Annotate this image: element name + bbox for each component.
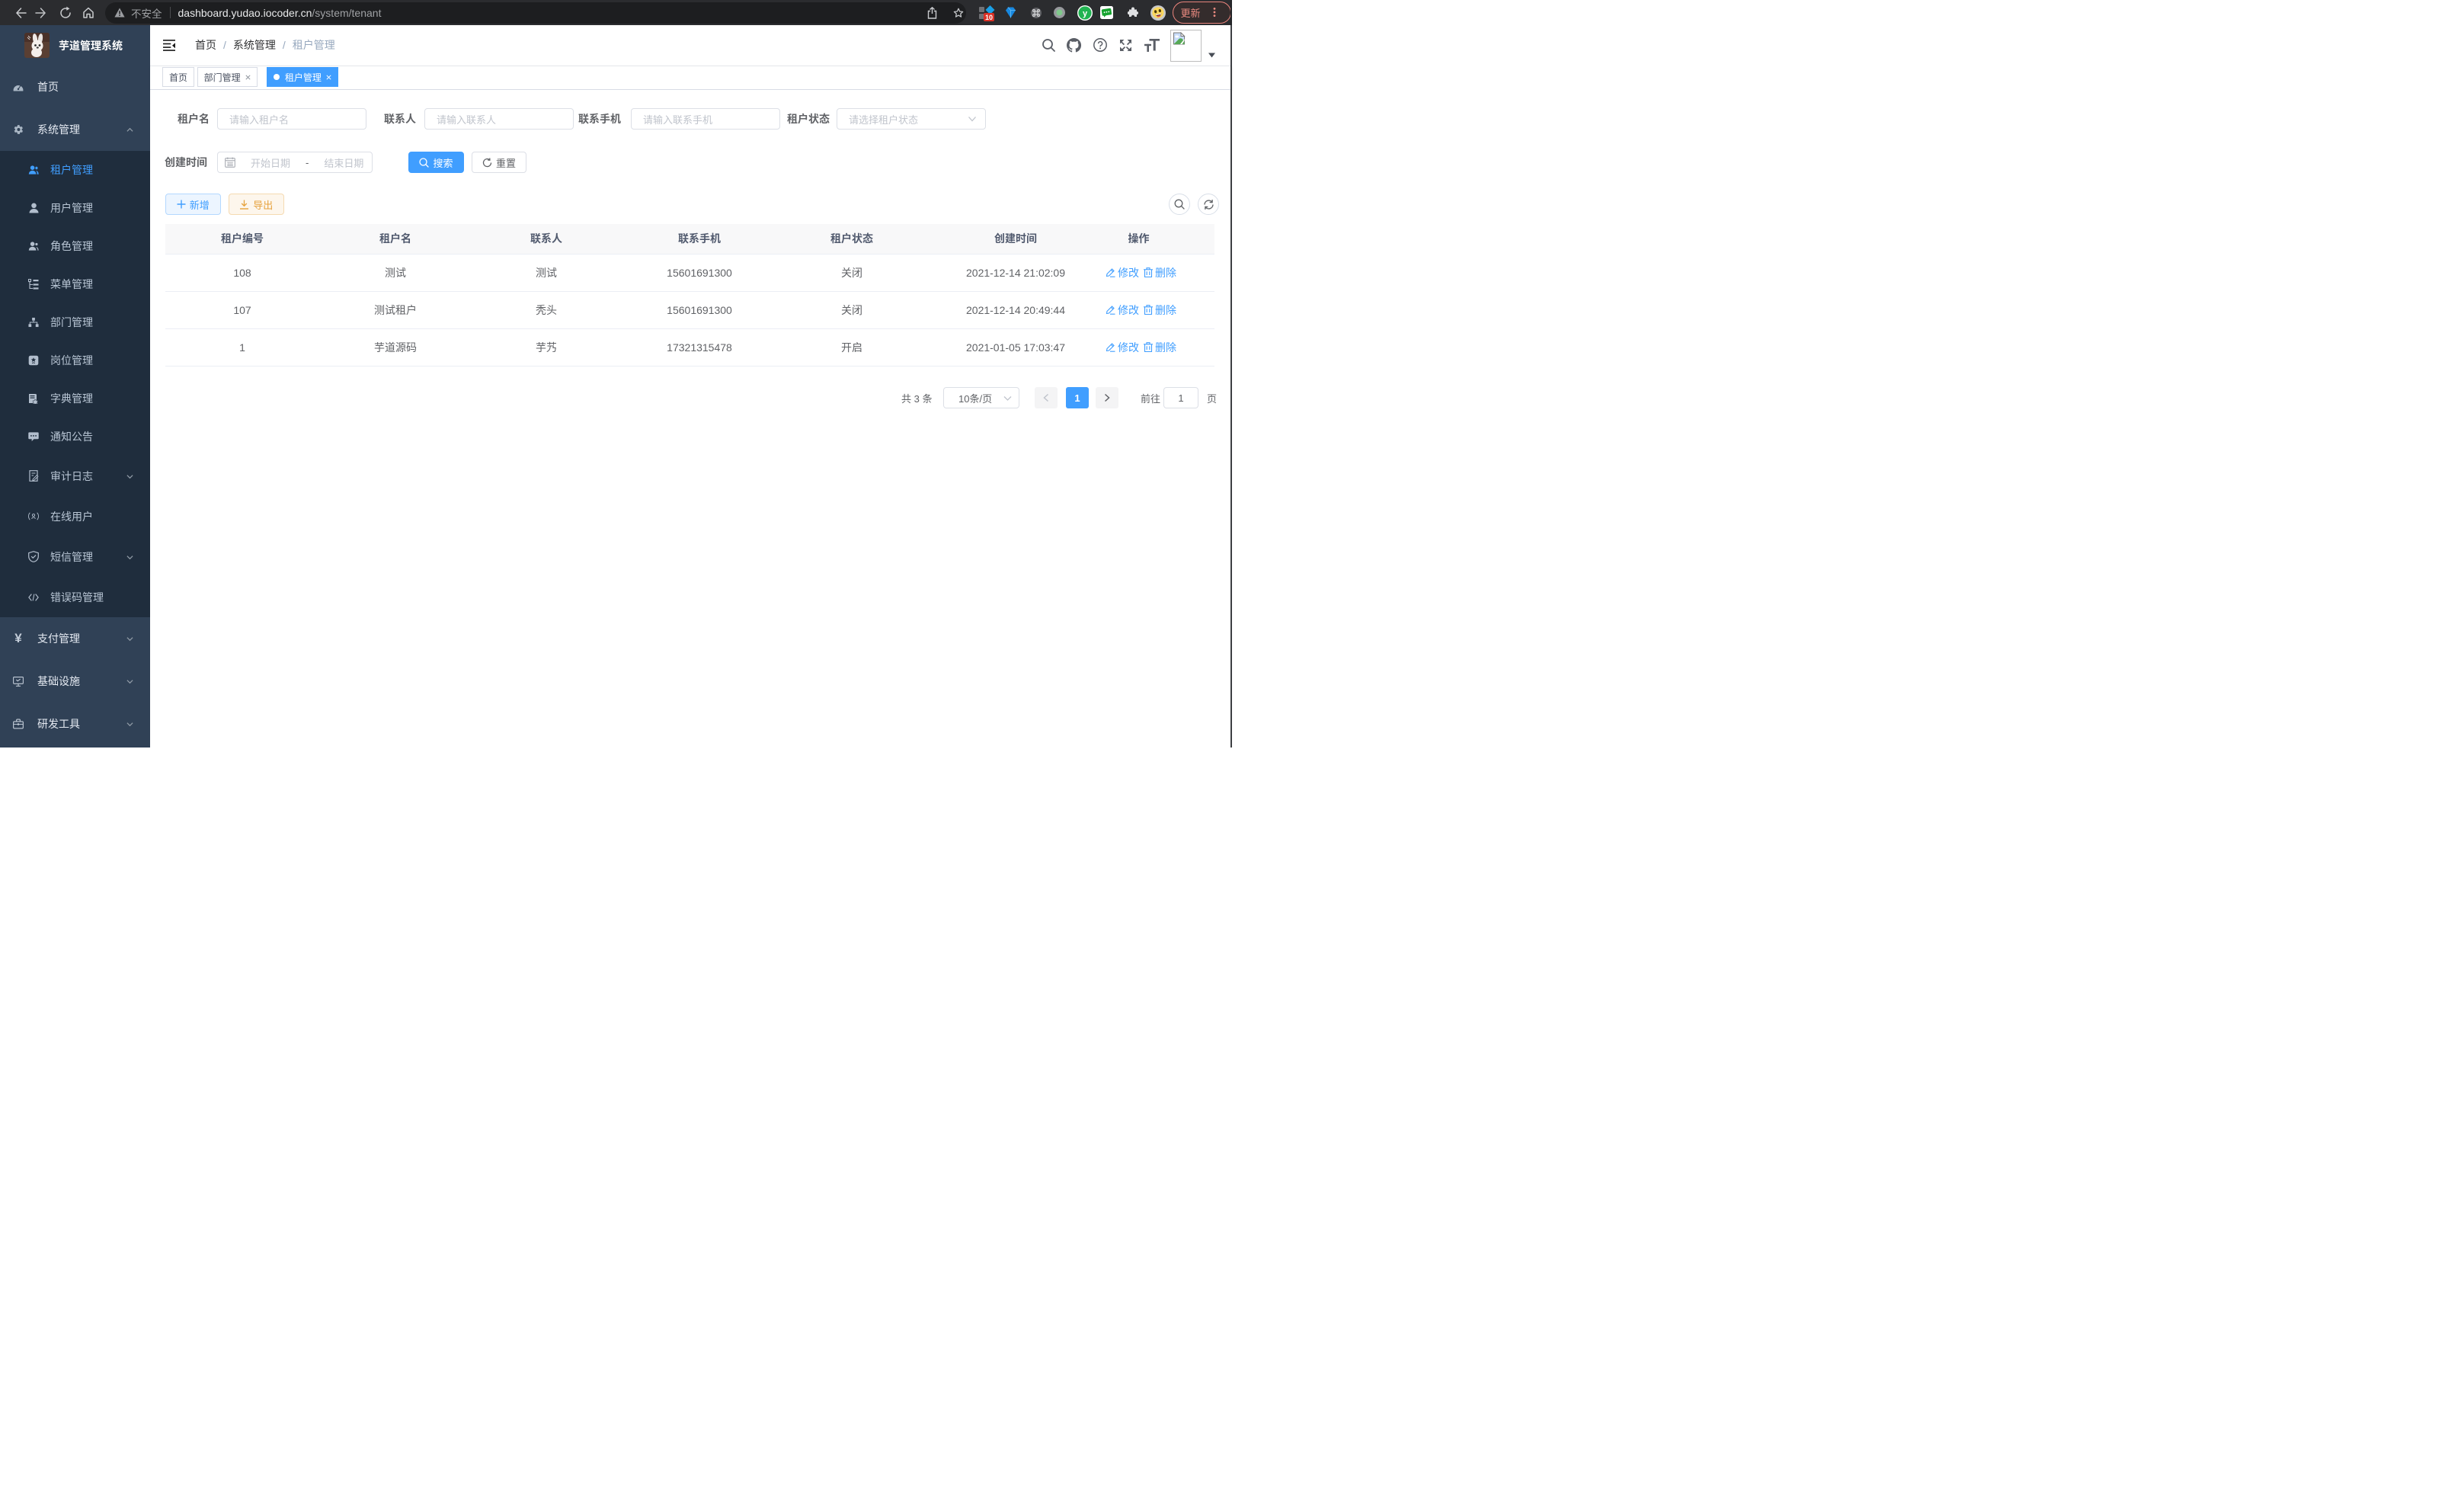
svg-text:y: y xyxy=(1083,9,1088,18)
svg-text:10: 10 xyxy=(985,14,993,21)
